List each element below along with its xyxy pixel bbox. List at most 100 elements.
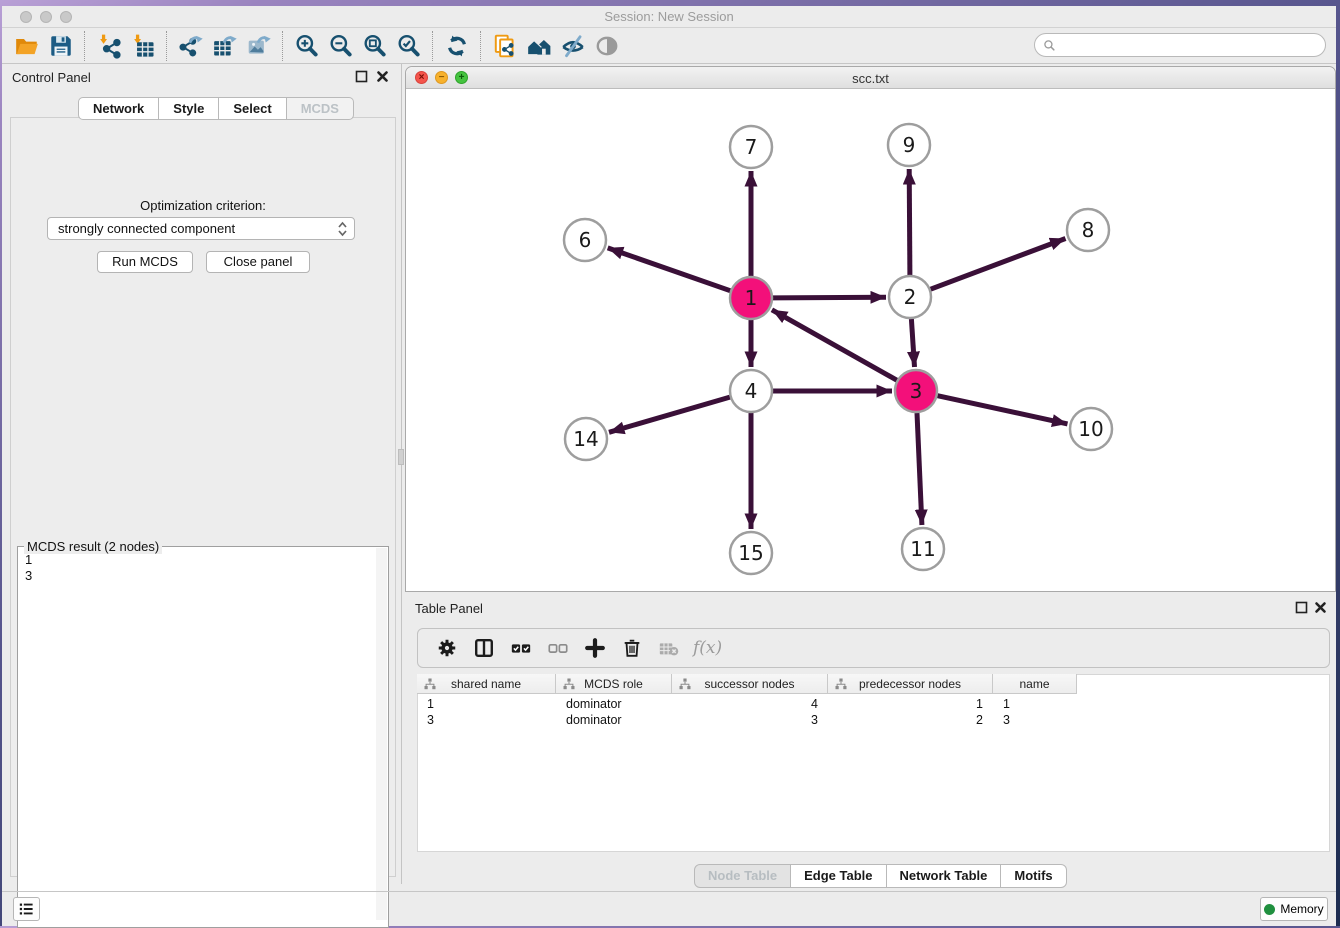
- zoom-out-button[interactable]: [324, 31, 358, 61]
- select-all-button[interactable]: [502, 633, 539, 663]
- zoom-selected-button[interactable]: [392, 31, 426, 61]
- control-panel-title: Control Panel: [12, 70, 91, 85]
- graph-node-4[interactable]: 4: [730, 370, 772, 412]
- open-file-button[interactable]: [10, 31, 44, 61]
- graph-edge-4-14[interactable]: [609, 397, 730, 432]
- column-header-successor-nodes[interactable]: successor nodes: [672, 674, 828, 694]
- first-neighbors-button[interactable]: [522, 31, 556, 61]
- graph-edge-3-1[interactable]: [772, 310, 897, 380]
- result-scrollbar[interactable]: [376, 548, 387, 920]
- graph-node-3[interactable]: 3: [895, 370, 937, 412]
- close-table-panel-icon[interactable]: [1314, 601, 1327, 614]
- cell-name: 1: [993, 696, 1077, 712]
- memory-button[interactable]: Memory: [1260, 897, 1328, 921]
- graph-node-8[interactable]: 8: [1067, 209, 1109, 251]
- copy-network-button[interactable]: [488, 31, 522, 61]
- graph-edge-3-11[interactable]: [917, 413, 922, 525]
- tab-node-table[interactable]: Node Table: [694, 864, 791, 888]
- search-input[interactable]: [1060, 37, 1325, 53]
- graph-edge-1-6[interactable]: [608, 248, 731, 291]
- delete-table-button: [650, 633, 687, 663]
- memory-status-icon: [1264, 904, 1275, 915]
- toolbar-separator: [166, 31, 168, 61]
- float-table-panel-icon[interactable]: [1295, 601, 1308, 614]
- delete-column-button[interactable]: [613, 633, 650, 663]
- graph-edge-1-2[interactable]: [773, 297, 886, 298]
- splitter-handle[interactable]: [398, 449, 404, 465]
- table-row[interactable]: 1dominator411: [417, 696, 1330, 712]
- zoom-fit-button[interactable]: [358, 31, 392, 61]
- column-header-shared-name[interactable]: shared name: [417, 674, 556, 694]
- delete-table-icon: [658, 637, 680, 659]
- import-network-button[interactable]: [92, 31, 126, 61]
- chevron-updown-icon: [337, 221, 348, 237]
- optimization-select[interactable]: strongly connected component: [47, 217, 355, 240]
- task-history-button[interactable]: [13, 897, 40, 921]
- hide-selected-button[interactable]: [556, 31, 590, 61]
- tab-mcds[interactable]: MCDS: [287, 97, 354, 120]
- toolbar-separator: [84, 31, 86, 61]
- export-table-button[interactable]: [208, 31, 242, 61]
- graph-node-9[interactable]: 9: [888, 124, 930, 166]
- column-header-name[interactable]: name: [993, 674, 1077, 694]
- apply-layout-button[interactable]: [440, 31, 474, 61]
- import-table-button[interactable]: [126, 31, 160, 61]
- hierarchy-icon: [563, 678, 575, 690]
- export-network-button[interactable]: [174, 31, 208, 61]
- graph-edge-3-10[interactable]: [938, 396, 1068, 424]
- table-row[interactable]: 3dominator323: [417, 712, 1330, 728]
- tab-motifs[interactable]: Motifs: [1001, 864, 1066, 888]
- select-all-icon: [510, 637, 532, 659]
- cell-MCDS-role: dominator: [556, 696, 672, 712]
- network-titlebar[interactable]: × − + scc.txt: [406, 67, 1335, 89]
- column-header-predecessor-nodes[interactable]: predecessor nodes: [828, 674, 993, 694]
- run-mcds-button[interactable]: Run MCDS: [97, 251, 193, 273]
- show-columns-button[interactable]: [465, 633, 502, 663]
- graph-node-14[interactable]: 14: [565, 418, 607, 460]
- network-window: × − + scc.txt 7 9 6 8 1 2 4 3 14 10 15 1…: [405, 66, 1336, 592]
- graph-edge-2-9[interactable]: [909, 169, 910, 275]
- network-canvas[interactable]: 7 9 6 8 1 2 4 3 14 10 15 11: [406, 89, 1335, 591]
- tab-style[interactable]: Style: [159, 97, 219, 120]
- tab-network-table[interactable]: Network Table: [887, 864, 1002, 888]
- show-all-button[interactable]: [590, 31, 624, 61]
- zoom-in-button[interactable]: [290, 31, 324, 61]
- graph-edge-2-3[interactable]: [911, 319, 914, 367]
- mcds-result-box: MCDS result (2 nodes) 1 3: [17, 546, 389, 928]
- deselect-all-button[interactable]: [539, 633, 576, 663]
- refresh-icon: [444, 33, 470, 59]
- graph-node-7[interactable]: 7: [730, 126, 772, 168]
- graph-edge-2-8[interactable]: [931, 239, 1066, 290]
- graph-node-10[interactable]: 10: [1070, 408, 1112, 450]
- graph-node-1[interactable]: 1: [730, 277, 772, 319]
- svg-text:11: 11: [910, 537, 935, 561]
- close-panel-button[interactable]: Close panel: [206, 251, 310, 273]
- graph-node-6[interactable]: 6: [564, 219, 606, 261]
- cell-shared-name: 1: [417, 696, 556, 712]
- export-image-button[interactable]: [242, 31, 276, 61]
- column-header-MCDS-role[interactable]: MCDS role: [556, 674, 672, 694]
- float-panel-icon[interactable]: [355, 70, 368, 83]
- graph-node-2[interactable]: 2: [889, 276, 931, 318]
- add-column-button[interactable]: [576, 633, 613, 663]
- cell-shared-name: 3: [417, 712, 556, 728]
- mcds-result-title: MCDS result (2 nodes): [24, 539, 162, 554]
- zoom-in-icon: [294, 33, 320, 59]
- add-column-icon: [584, 637, 606, 659]
- tab-select[interactable]: Select: [219, 97, 286, 120]
- tab-network[interactable]: Network: [78, 97, 159, 120]
- save-session-button[interactable]: [44, 31, 78, 61]
- graph-node-15[interactable]: 15: [730, 532, 772, 574]
- search-field[interactable]: [1034, 33, 1326, 57]
- svg-text:2: 2: [904, 285, 917, 309]
- graph-node-11[interactable]: 11: [902, 528, 944, 570]
- cell-predecessor-nodes: 1: [828, 696, 993, 712]
- export-image-icon: [246, 33, 272, 59]
- tab-edge-table[interactable]: Edge Table: [791, 864, 886, 888]
- close-panel-icon[interactable]: [376, 70, 389, 83]
- hierarchy-icon: [679, 678, 691, 690]
- cell-name: 3: [993, 712, 1077, 728]
- zoom-fit-icon: [362, 33, 388, 59]
- table-options-button[interactable]: [428, 633, 465, 663]
- status-bar: Memory: [2, 891, 1336, 926]
